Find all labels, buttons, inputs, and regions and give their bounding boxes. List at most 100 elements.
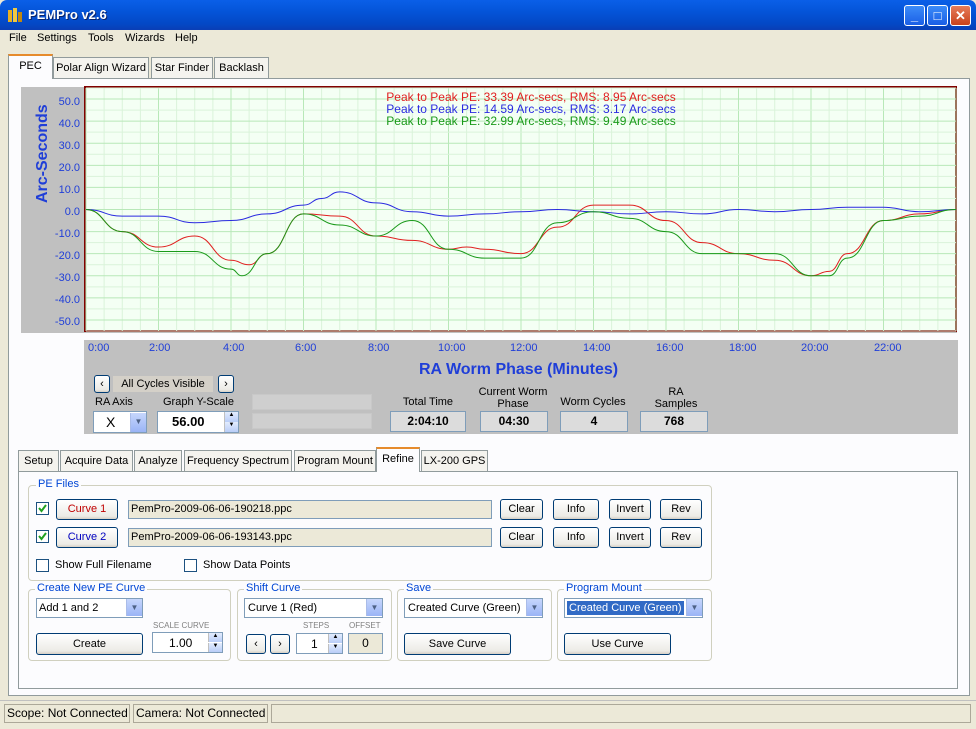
y-tick: 20.0 [58, 162, 80, 174]
tab-lx200-gps[interactable]: LX-200 GPS [421, 450, 488, 472]
x-tick: 8:00 [368, 342, 390, 354]
scale-curve-value: 1.00 [169, 636, 193, 650]
show-data-points-checkbox[interactable] [184, 559, 197, 572]
tab-program-mount[interactable]: Program Mount [294, 450, 376, 472]
program-mount-select[interactable]: Created Curve (Green) ▼ [564, 598, 703, 618]
chevron-down-icon[interactable]: ▼ [130, 413, 146, 432]
curve1-filename: PemPro-2009-06-06-190218.ppc [128, 500, 492, 519]
create-button[interactable]: Create [36, 633, 143, 655]
spin-down-icon[interactable]: ▼ [208, 643, 222, 652]
shift-curve-title: Shift Curve [244, 582, 303, 594]
y-tick: 0.0 [64, 206, 80, 218]
show-full-filename-label: Show Full Filename [55, 559, 152, 571]
curve2-checkbox[interactable] [36, 530, 49, 543]
x-tick: 18:00 [729, 342, 757, 354]
chevron-down-icon[interactable]: ▼ [686, 599, 702, 616]
shift-left-button[interactable]: ‹ [246, 634, 266, 654]
next-cycle-button[interactable]: › [218, 375, 234, 393]
scale-curve-input[interactable]: 1.00 ▲ ▼ [152, 632, 223, 653]
total-time-label: Total Time [402, 396, 454, 408]
curve2-filename: PemPro-2009-06-06-193143.ppc [128, 528, 492, 547]
checkmark-icon [38, 532, 47, 541]
curve2-info-button[interactable]: Info [553, 527, 599, 548]
x-tick: 2:00 [149, 342, 171, 354]
tab-setup[interactable]: Setup [18, 450, 59, 472]
close-button[interactable]: ✕ [950, 5, 971, 26]
x-ticks: 0:00 2:00 4:00 6:00 8:00 10:00 12:00 14:… [84, 342, 958, 356]
prev-cycle-button[interactable]: ‹ [94, 375, 110, 393]
offset-value: 0 [348, 633, 383, 654]
minimize-button[interactable]: _ [904, 5, 925, 26]
spin-down-icon[interactable]: ▼ [224, 422, 238, 432]
menu-tools[interactable]: Tools [88, 32, 114, 44]
x-tick: 14:00 [583, 342, 611, 354]
tab-acquire-data[interactable]: Acquire Data [60, 450, 133, 472]
x-tick: 4:00 [223, 342, 245, 354]
chevron-down-icon[interactable]: ▼ [366, 599, 382, 616]
app-icon [8, 8, 22, 22]
menu-file[interactable]: File [9, 32, 27, 44]
tab-pec[interactable]: PEC [8, 54, 53, 79]
curve1-rev-button[interactable]: Rev [660, 499, 702, 520]
x-tick: 10:00 [438, 342, 466, 354]
show-full-filename-checkbox[interactable] [36, 559, 49, 572]
y-tick: -30.0 [54, 272, 80, 284]
steps-input[interactable]: 1 ▲ ▼ [296, 633, 343, 654]
shift-right-button[interactable]: › [270, 634, 290, 654]
tab-star-finder[interactable]: Star Finder [151, 57, 213, 79]
graph-yscale-input[interactable]: 56.00 ▲ ▼ [157, 411, 239, 433]
blank-field-2 [252, 413, 372, 429]
curve1-button[interactable]: Curve 1 [56, 499, 118, 520]
curve1-checkbox[interactable] [36, 502, 49, 515]
curve2-invert-button[interactable]: Invert [609, 527, 651, 548]
save-title: Save [404, 582, 434, 594]
menu-wizards[interactable]: Wizards [125, 32, 165, 44]
curve2-button[interactable]: Curve 2 [56, 527, 118, 548]
x-tick: 12:00 [510, 342, 538, 354]
blank-field-1 [252, 394, 372, 410]
graph-yscale-value: 56.00 [172, 414, 205, 429]
shift-curve-value: Curve 1 (Red) [248, 602, 318, 614]
tab-frequency-spectrum[interactable]: Frequency Spectrum [184, 450, 292, 472]
y-tick: -10.0 [54, 228, 80, 240]
steps-label: STEPS [303, 621, 330, 630]
create-curve-select[interactable]: Add 1 and 2 ▼ [36, 598, 143, 618]
curve2-clear-button[interactable]: Clear [500, 527, 543, 548]
spin-down-icon[interactable]: ▼ [328, 644, 342, 653]
spin-up-icon[interactable]: ▲ [224, 412, 238, 422]
tab-analyze[interactable]: Analyze [134, 450, 182, 472]
chevron-down-icon[interactable]: ▼ [126, 599, 142, 616]
worm-cycles-value: 4 [560, 411, 628, 432]
title-bar[interactable] [0, 0, 976, 30]
chevron-down-icon[interactable]: ▼ [526, 599, 542, 616]
spin-up-icon[interactable]: ▲ [328, 634, 342, 643]
pe-files-title: PE Files [36, 478, 81, 490]
offset-label: OFFSET [349, 621, 381, 630]
cycle-label: All Cycles Visible [113, 376, 213, 392]
spin-up-icon[interactable]: ▲ [208, 633, 222, 642]
tab-refine[interactable]: Refine [376, 447, 420, 472]
create-curve-title: Create New PE Curve [35, 582, 148, 594]
use-curve-button[interactable]: Use Curve [564, 633, 671, 655]
y-tick: 10.0 [58, 184, 80, 196]
total-time-value: 2:04:10 [390, 411, 466, 432]
program-mount-title: Program Mount [564, 582, 644, 594]
save-select[interactable]: Created Curve (Green) ▼ [404, 598, 543, 618]
window-title: PEMPro v2.6 [28, 7, 107, 22]
curve1-info-button[interactable]: Info [553, 499, 599, 520]
save-curve-button[interactable]: Save Curve [404, 633, 511, 655]
tab-polar-align-wizard[interactable]: Polar Align Wizard [53, 57, 149, 79]
ra-axis-select[interactable]: X ▼ [93, 411, 147, 433]
y-tick: 30.0 [58, 140, 80, 152]
menu-help[interactable]: Help [175, 32, 198, 44]
show-data-points-label: Show Data Points [203, 559, 291, 571]
curve2-rev-button[interactable]: Rev [660, 527, 702, 548]
shift-curve-select[interactable]: Curve 1 (Red) ▼ [244, 598, 383, 618]
scale-curve-label: SCALE CURVE [153, 621, 210, 630]
maximize-button[interactable]: □ [927, 5, 948, 26]
graph-yscale-label: Graph Y-Scale [163, 396, 234, 408]
tab-backlash[interactable]: Backlash [214, 57, 269, 79]
x-axis-title: RA Worm Phase (Minutes) [419, 361, 619, 378]
curve1-invert-button[interactable]: Invert [609, 499, 651, 520]
curve1-clear-button[interactable]: Clear [500, 499, 543, 520]
